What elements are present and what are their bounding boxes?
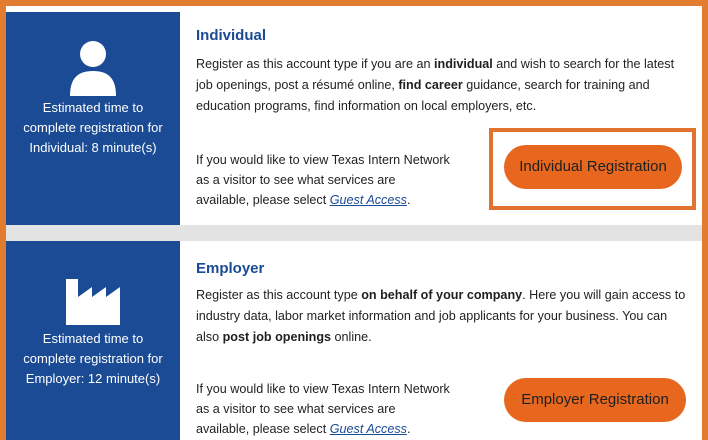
individual-description: Register as this account type if you are… — [196, 54, 692, 117]
individual-registration-button[interactable]: Individual Registration — [504, 145, 682, 189]
individual-visitor-end: . — [406, 193, 411, 207]
employer-visitor-note: If you would like to view Texas Intern N… — [196, 379, 451, 439]
employer-visitor-text: If you would like to view Texas Intern N… — [196, 382, 450, 436]
employer-visitor-end: . — [406, 422, 411, 436]
employer-description: Register as this account type on behalf … — [196, 285, 692, 348]
factory-icon — [66, 279, 120, 325]
employer-guest-access-link[interactable]: Guest Access — [330, 422, 407, 436]
individual-desc-bold-1: individual — [434, 57, 493, 71]
employer-panel: Estimated time to complete registration … — [6, 241, 702, 440]
individual-visitor-text: If you would like to view Texas Intern N… — [196, 153, 450, 207]
employer-time-estimate: Estimated time to complete registration … — [23, 331, 163, 386]
individual-desc-text-1: Register as this account type if you are… — [196, 57, 435, 71]
individual-panel: Estimated time to complete registration … — [6, 12, 702, 225]
individual-guest-access-link[interactable]: Guest Access — [330, 193, 407, 207]
employer-title: Employer — [196, 260, 265, 277]
person-icon — [70, 41, 116, 96]
employer-desc-bold-1: on behalf of your company — [361, 288, 523, 302]
employer-desc-text-3: online. — [331, 330, 372, 344]
individual-sidebar: Estimated time to complete registration … — [6, 12, 180, 225]
employer-desc-bold-2: post job openings — [222, 330, 332, 344]
employer-registration-button[interactable]: Employer Registration — [504, 378, 686, 422]
individual-desc-bold-2: find career — [398, 78, 463, 92]
individual-visitor-note: If you would like to view Texas Intern N… — [196, 150, 451, 210]
section-divider — [6, 225, 702, 241]
employer-sidebar: Estimated time to complete registration … — [6, 241, 180, 440]
employer-desc-text-1: Register as this account type — [196, 288, 362, 302]
individual-time-estimate: Estimated time to complete registration … — [23, 100, 163, 155]
individual-title: Individual — [196, 27, 267, 44]
